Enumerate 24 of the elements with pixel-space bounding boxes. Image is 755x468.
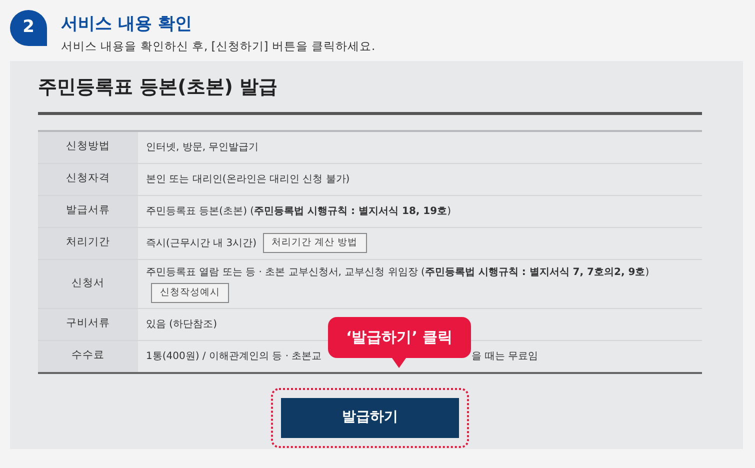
row-label: 구비서류 [38, 308, 138, 340]
row-value: 을 때는 무료임 [472, 350, 538, 364]
step-instruction: 서비스 내용을 확인하신 후, [신청하기] 버튼을 클릭하세요. [61, 38, 376, 55]
service-title: 주민등록표 등본(초본) 발급 [38, 73, 702, 115]
callout-tooltip: ‘발급하기’ 클릭 [328, 317, 471, 368]
info-button[interactable]: 신청작성예시 [151, 282, 229, 303]
step-number: 2 [10, 10, 47, 46]
row-value: 인터넷, 방문, 무인발급기 [146, 140, 259, 155]
info-button[interactable]: 처리기간 계산 방법 [262, 233, 367, 254]
row-value: 주민등록표 열람 또는 등 · 초본 교부신청서, 교부신청 위임장 (주민등록법 시행규칙 : 별지서식 7, 7호의2, 9호) [146, 266, 650, 280]
step-title: 서비스 내용 확인 [61, 13, 193, 35]
row-value: 본인 또는 대리인(온라인은 대리인 신청 불가) [146, 172, 350, 187]
issue-button[interactable]: 발급하기 [281, 398, 459, 438]
row-label: 신청방법 [38, 132, 138, 163]
row-value: 있음 (하단참조) [146, 318, 217, 332]
row-label: 발급서류 [38, 196, 138, 227]
row-value: 1통(400원) / 이해관계인의 등 · 초본교 [146, 350, 322, 364]
row-label: 수수료 [38, 340, 138, 372]
row-value: 주민등록표 등본(초본) (주민등록법 시행규칙 : 별지서식 18, 19호) [146, 204, 452, 219]
row-label: 신청자격 [38, 164, 138, 195]
row-value: 즉시(근무시간 내 3시간) [146, 236, 257, 251]
row-label: 처리기간 [38, 228, 138, 259]
row-label: 신청서 [38, 260, 138, 308]
callout-pointer [392, 358, 406, 368]
